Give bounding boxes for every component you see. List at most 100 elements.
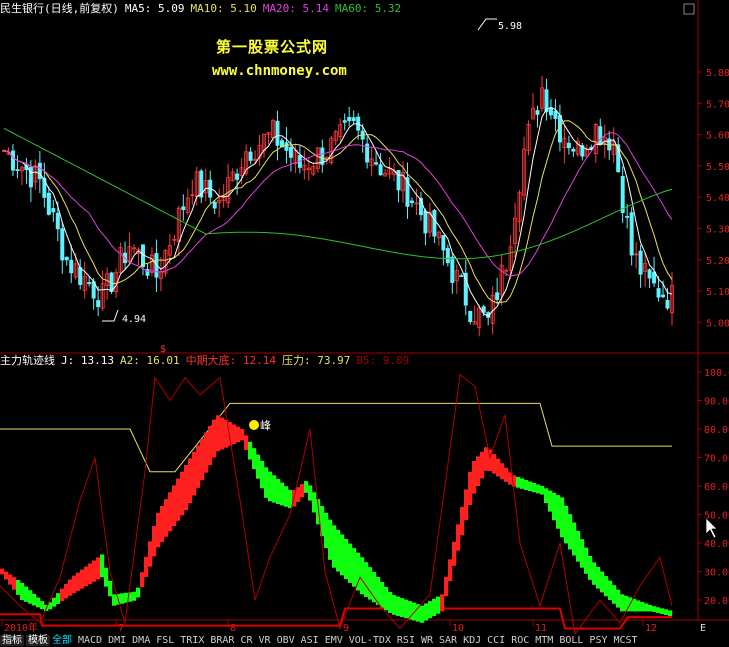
- candle-body: [351, 117, 356, 121]
- candle-body: [638, 250, 643, 275]
- tab-boll[interactable]: BOLL: [559, 635, 583, 646]
- tab-psy[interactable]: PSY: [589, 635, 607, 646]
- tab-fsl[interactable]: FSL: [156, 635, 174, 646]
- ribbon-down-bar: [572, 522, 577, 556]
- ribbon-down-bar: [592, 562, 597, 585]
- ribbon-down-bar: [368, 567, 373, 600]
- ribbon-up-bar: [92, 560, 97, 582]
- price-axis-label: 5.20: [706, 256, 729, 267]
- ma10-line: [3, 120, 673, 304]
- tab-vol-tdx[interactable]: VOL-TDX: [349, 635, 391, 646]
- ribbon-down-bar: [280, 482, 285, 506]
- b5-value: B5: 9.09: [356, 354, 410, 367]
- ribbon-up-bar: [152, 526, 157, 557]
- tab-mcst[interactable]: MCST: [613, 635, 637, 646]
- ribbon-up-bar: [156, 512, 161, 548]
- ribbon-down-bar: [604, 576, 609, 597]
- ribbon-up-bar: [460, 506, 465, 536]
- ribbon-down-bar: [428, 601, 433, 619]
- ribbon-up-bar: [232, 424, 237, 445]
- tab-emv[interactable]: EMV: [325, 635, 343, 646]
- tab-trix[interactable]: TRIX: [180, 635, 204, 646]
- ribbon-down-bar: [332, 525, 337, 568]
- ribbon-down-bar: [536, 484, 541, 494]
- ribbon-up-bar: [440, 594, 445, 612]
- ribbon-up-bar: [196, 445, 201, 488]
- ribbon-down-bar: [52, 597, 57, 607]
- panel-maximize-box: [683, 3, 695, 15]
- ribbon-down-bar: [24, 586, 29, 602]
- candle-body: [284, 142, 289, 151]
- candle-body: [571, 148, 576, 152]
- ribbon-down-bar: [516, 476, 521, 488]
- peak-marker-dot: [249, 420, 259, 430]
- tab-vr[interactable]: VR: [259, 635, 271, 646]
- tab-macd[interactable]: MACD: [78, 635, 102, 646]
- ribbon-up-bar: [480, 451, 485, 479]
- tab-all[interactable]: 全部: [52, 635, 72, 646]
- tab-dma[interactable]: DMA: [132, 635, 150, 646]
- ribbon-up-bar: [164, 499, 169, 537]
- candle-body: [423, 210, 428, 234]
- tab-obv[interactable]: OBV: [277, 635, 295, 646]
- tab-sar[interactable]: SAR: [439, 635, 457, 646]
- ribbon-up-bar: [72, 575, 77, 594]
- ribbon-down-bar: [424, 603, 429, 621]
- ribbon-down-bar: [596, 566, 601, 589]
- ribbon-down-bar: [100, 554, 105, 578]
- tab-kdj[interactable]: KDJ: [463, 635, 481, 646]
- ribbon-down-bar: [576, 530, 581, 562]
- candle-body: [64, 256, 69, 261]
- candle-body: [459, 275, 464, 278]
- candle-body: [548, 107, 553, 116]
- candle-body: [656, 288, 661, 298]
- j-value: J: 13.13: [61, 354, 114, 367]
- tab-roc[interactable]: ROC: [511, 635, 529, 646]
- ribbon-down-bar: [120, 593, 125, 604]
- ribbon-up-bar: [64, 584, 69, 599]
- candle-body: [553, 110, 558, 119]
- tab-template[interactable]: 模板: [26, 635, 50, 646]
- ribbon-up-bar: [464, 489, 469, 521]
- candle-body: [535, 110, 540, 115]
- candle-body: [396, 169, 401, 191]
- ribbon-down-bar: [348, 543, 353, 583]
- price-axis-label: 5.40: [706, 193, 729, 204]
- time-axis-label: 10: [452, 623, 464, 634]
- ribbon-up-bar: [172, 485, 177, 527]
- price-axis-label: 5.80: [706, 68, 729, 79]
- tab-mtm[interactable]: MTM: [535, 635, 553, 646]
- ribbon-down-bar: [252, 448, 257, 470]
- tab-brar[interactable]: BRAR: [210, 635, 234, 646]
- price-axis-label: 5.10: [706, 287, 729, 298]
- low-marker: [102, 309, 119, 322]
- tab-asi[interactable]: ASI: [301, 635, 319, 646]
- ribbon-down-bar: [32, 593, 37, 606]
- ribbon-up-bar: [472, 460, 477, 494]
- tab-cr[interactable]: CR: [240, 635, 252, 646]
- ribbon-up-bar: [80, 569, 85, 589]
- ribbon-down-bar: [56, 593, 61, 604]
- chart-canvas[interactable]: 5.80 5.70 5.60 5.50 5.40 5.30 5.20 5.10 5.00 100.…: [0, 0, 729, 647]
- ribbon-down-bar: [324, 512, 329, 549]
- ribbon-up-bar: [220, 417, 225, 450]
- price-axis-label: 5.00: [706, 318, 729, 329]
- ribbon-down-bar: [652, 606, 657, 612]
- ribbon-down-bar: [548, 490, 553, 512]
- tab-wr[interactable]: WR: [421, 635, 433, 646]
- candle-body: [495, 292, 500, 300]
- ribbon-up-bar: [84, 566, 89, 587]
- ribbon-down-bar: [304, 481, 309, 493]
- peak-label: 峰: [260, 419, 271, 432]
- ribbon-down-bar: [616, 589, 621, 608]
- tab-dmi[interactable]: DMI: [108, 635, 126, 646]
- ribbon-up-bar: [144, 556, 149, 577]
- tab-indicator[interactable]: 指标: [0, 635, 24, 646]
- tab-rsi[interactable]: RSI: [397, 635, 415, 646]
- ribbon-down-bar: [420, 605, 425, 623]
- high-price-label: 5.98: [498, 21, 522, 32]
- tab-cci[interactable]: CCI: [487, 635, 505, 646]
- ribbon-down-bar: [636, 600, 641, 612]
- ribbon-down-bar: [132, 591, 137, 601]
- ribbon-up-bar: [60, 588, 65, 602]
